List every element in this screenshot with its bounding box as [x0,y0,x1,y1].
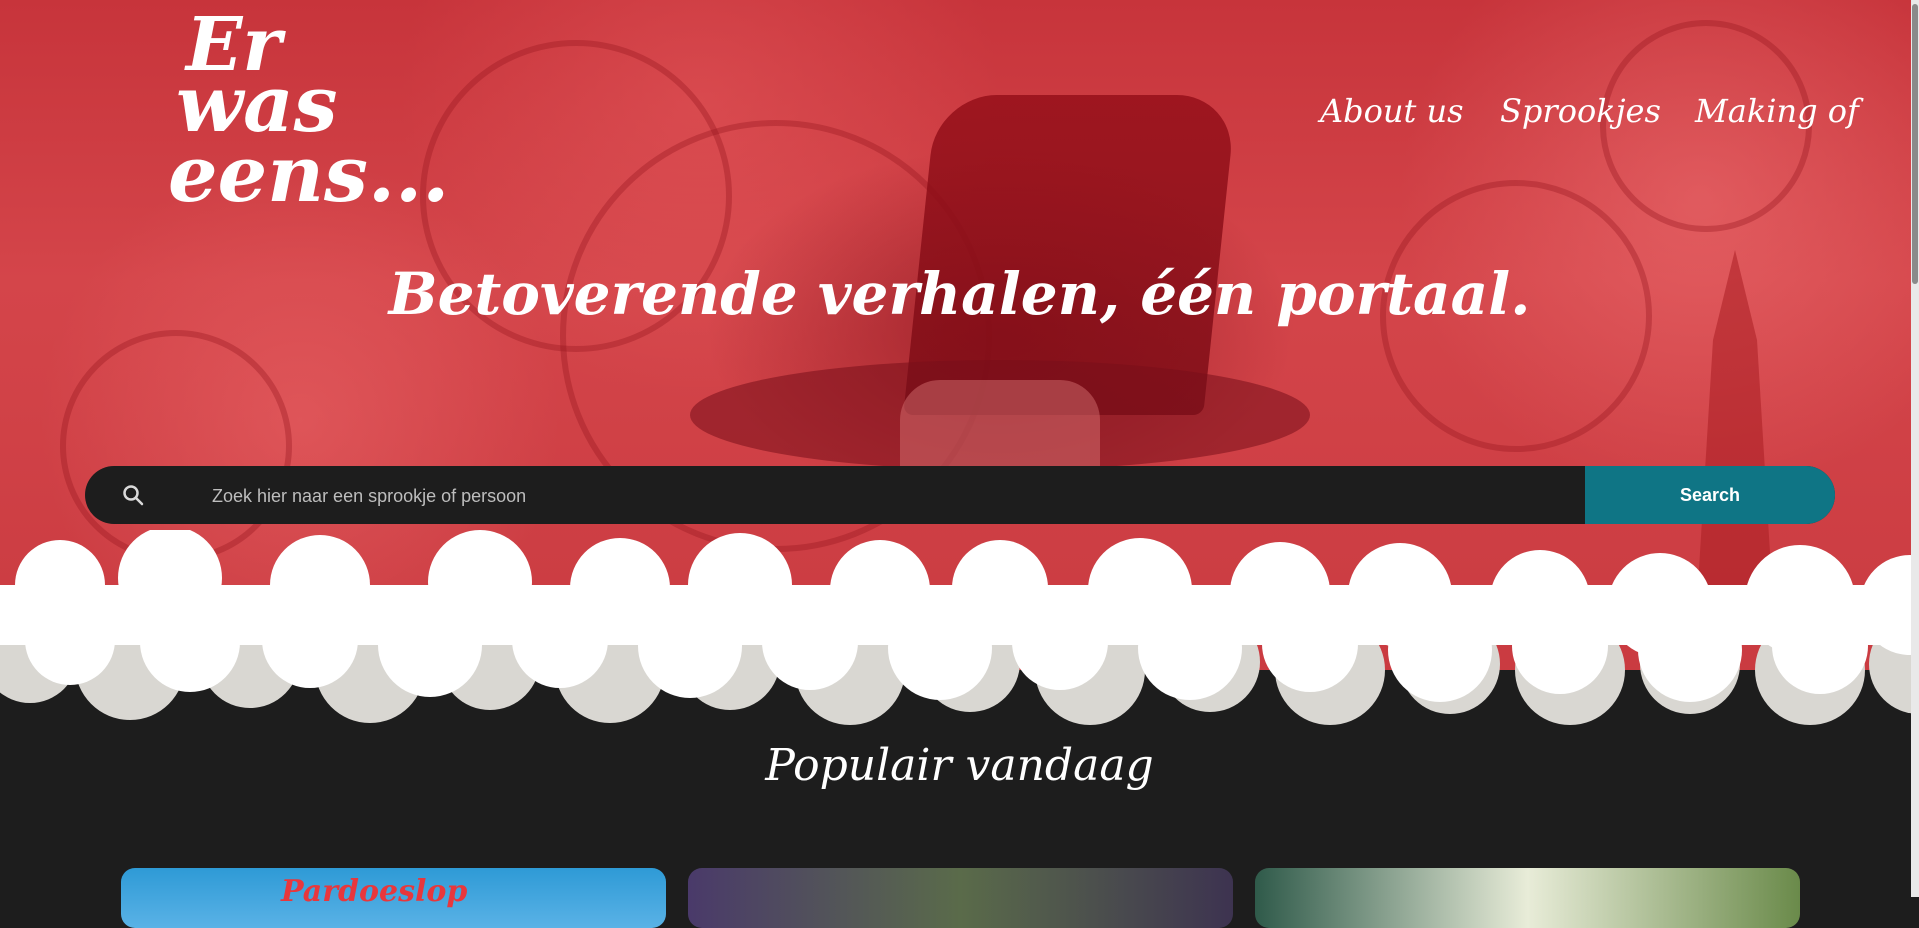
page-scrollbar[interactable] [1911,0,1919,897]
story-card[interactable] [688,868,1233,928]
hero-tagline: Betoverende verhalen, één portaal. [388,260,1531,328]
story-card[interactable]: Pardoeslop [121,868,666,928]
nav-link-making-of[interactable]: Making of [1695,92,1859,142]
search-icon [121,483,145,507]
cloud-divider [0,530,1919,730]
scrollbar-thumb[interactable] [1912,4,1918,284]
search-bar: Search [85,466,1835,524]
popular-section-title: Populair vandaag [765,740,1154,791]
search-input[interactable] [210,466,1564,524]
nav-link-sprookjes[interactable]: Sprookjes [1500,92,1661,142]
story-card[interactable] [1255,868,1800,928]
nav-link-about-us[interactable]: About us [1320,92,1464,142]
decorative-swirl [60,330,292,562]
site-logo[interactable]: Er was eens... [168,0,450,220]
story-card-title: Pardoeslop [281,874,468,909]
search-button[interactable]: Search [1585,466,1835,524]
logo-line-3: eens... [168,129,450,220]
